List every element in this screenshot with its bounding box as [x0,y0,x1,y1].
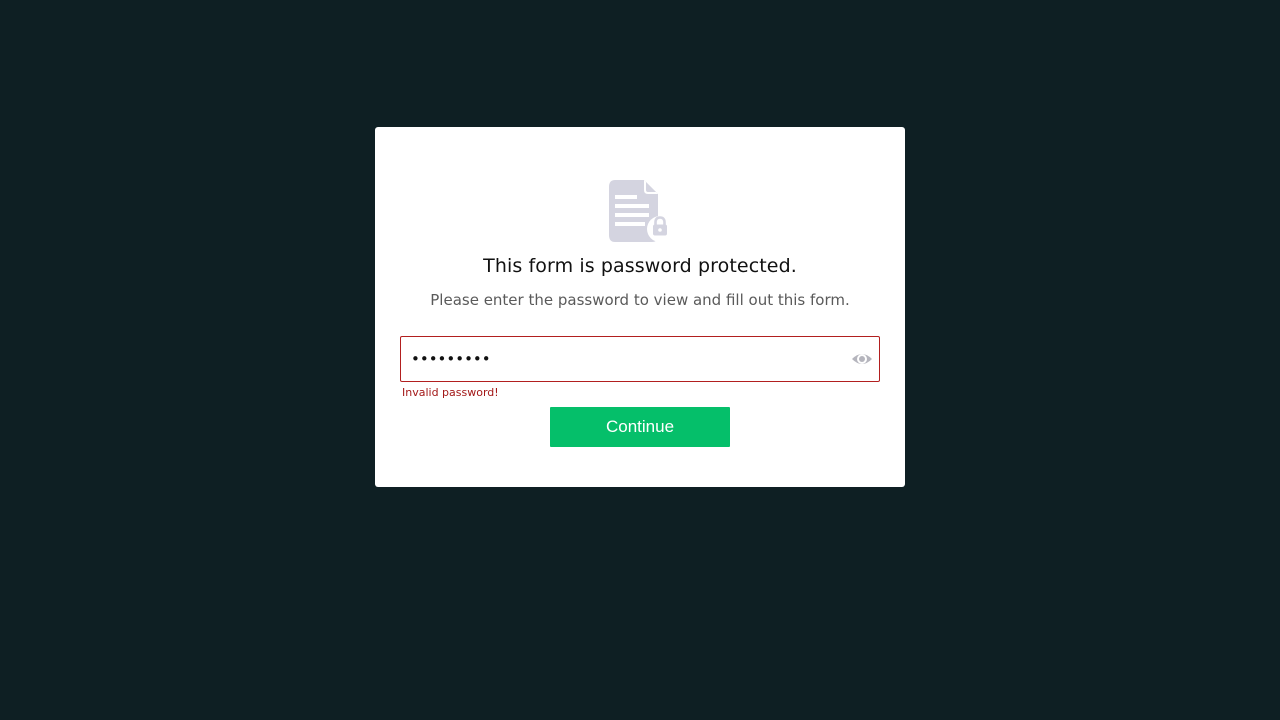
continue-button[interactable]: Continue [550,407,730,447]
password-input[interactable] [401,337,841,381]
password-dialog: This form is password protected. Please … [375,127,905,487]
document-lock-icon [609,180,671,242]
password-field [400,336,880,382]
dialog-title: This form is password protected. [483,255,797,277]
eye-icon[interactable] [851,349,873,369]
page: This form is password protected. Please … [0,0,1280,720]
dialog-subtitle: Please enter the password to view and fi… [430,291,850,309]
error-message: Invalid password! [402,386,499,399]
